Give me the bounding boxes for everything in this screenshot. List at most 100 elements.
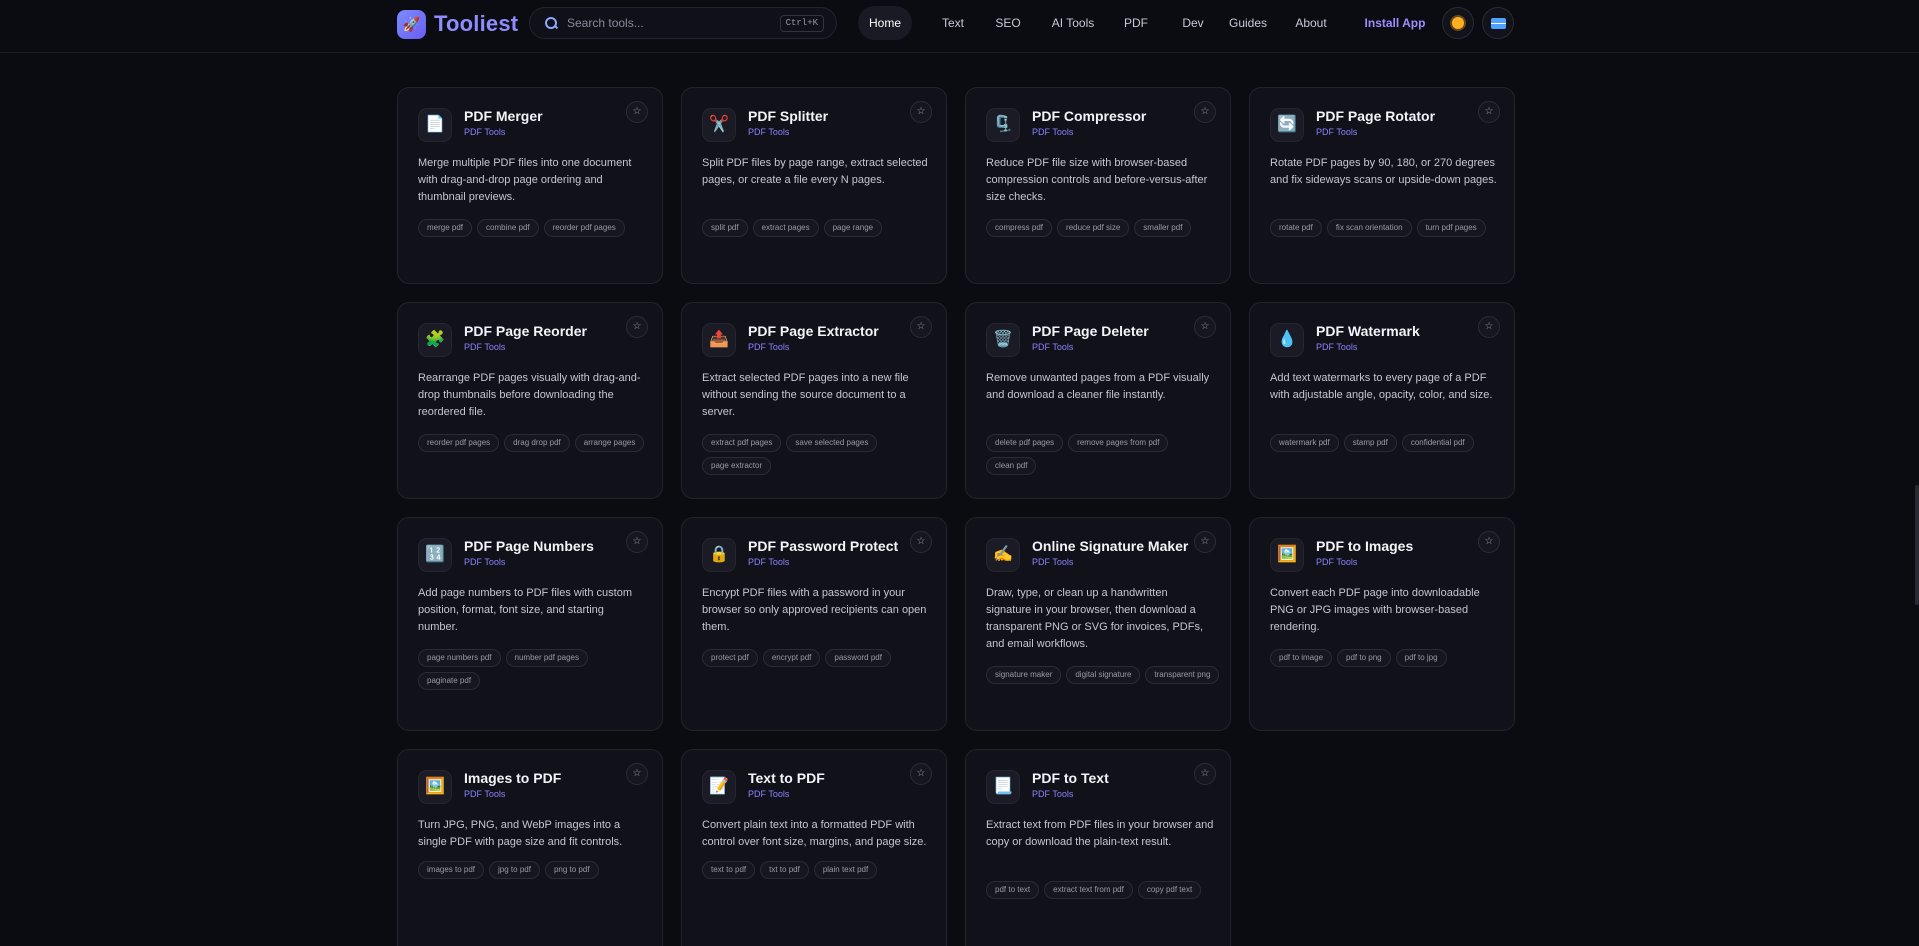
- card-title[interactable]: PDF to Images: [1316, 538, 1413, 554]
- card-title[interactable]: PDF Merger: [464, 108, 543, 124]
- tag-chip[interactable]: page numbers pdf: [418, 649, 501, 667]
- tag-chip[interactable]: fix scan orientation: [1326, 219, 1412, 237]
- nav-text[interactable]: Text: [928, 6, 978, 40]
- tag-chip[interactable]: reduce pdf size: [1057, 219, 1130, 237]
- tag-chip[interactable]: pdf to image: [1270, 649, 1333, 667]
- card-title[interactable]: Text to PDF: [748, 770, 825, 786]
- tag-chip[interactable]: plain text pdf: [813, 861, 878, 879]
- favorite-button[interactable]: ☆: [626, 531, 648, 553]
- nav-pdf[interactable]: PDF: [1111, 6, 1161, 40]
- page-scrollbar[interactable]: [1915, 485, 1919, 605]
- tool-card[interactable]: 💧 PDF Watermark PDF Tools ☆ Add text waterma…: [1249, 302, 1515, 499]
- tag-chip[interactable]: watermark pdf: [1270, 434, 1339, 452]
- tag-chip[interactable]: reorder pdf pages: [418, 434, 500, 452]
- tag-chip[interactable]: protect pdf: [702, 649, 758, 667]
- nav-home[interactable]: Home: [858, 6, 912, 40]
- card-title[interactable]: PDF Splitter: [748, 108, 828, 124]
- favorite-button[interactable]: ☆: [1478, 531, 1500, 553]
- card-title[interactable]: PDF Page Reorder: [464, 323, 587, 339]
- tag-chip[interactable]: rotate pdf: [1270, 219, 1322, 237]
- card-title[interactable]: PDF Compressor: [1032, 108, 1146, 124]
- tag-chip[interactable]: paginate pdf: [418, 672, 481, 690]
- card-title[interactable]: PDF Password Protect: [748, 538, 898, 554]
- tag-chip[interactable]: images to pdf: [418, 861, 485, 879]
- tag-chip[interactable]: password pdf: [825, 649, 891, 667]
- tag-chip[interactable]: clean pdf: [986, 457, 1037, 475]
- tag-chip[interactable]: combine pdf: [477, 219, 539, 237]
- tag-chip[interactable]: jpg to pdf: [489, 861, 540, 879]
- tag-chip[interactable]: copy pdf text: [1137, 881, 1202, 899]
- favorite-button[interactable]: ☆: [1478, 316, 1500, 338]
- search-bar[interactable]: Ctrl+K: [529, 7, 837, 39]
- tool-card[interactable]: 🗑️ PDF Page Deleter PDF Tools ☆ Remove unwan…: [965, 302, 1231, 499]
- tag-chip[interactable]: delete pdf pages: [986, 434, 1064, 452]
- tool-card[interactable]: 📤 PDF Page Extractor PDF Tools ☆ Extract sel…: [681, 302, 947, 499]
- tag-chip[interactable]: transparent png: [1145, 666, 1220, 684]
- tool-card[interactable]: 🖼️ PDF to Images PDF Tools ☆ Convert each PD…: [1249, 517, 1515, 731]
- tag-chip[interactable]: confidential pdf: [1401, 434, 1474, 452]
- tag-chip[interactable]: txt to pdf: [760, 861, 809, 879]
- card-title[interactable]: PDF Page Deleter: [1032, 323, 1149, 339]
- card-title[interactable]: Images to PDF: [464, 770, 561, 786]
- favorite-button[interactable]: ☆: [1478, 101, 1500, 123]
- tag-chip[interactable]: merge pdf: [418, 219, 473, 237]
- install-app-button[interactable]: Install App: [1355, 6, 1435, 40]
- tool-card[interactable]: 🔄 PDF Page Rotator PDF Tools ☆ Rotate PDF pa…: [1249, 87, 1515, 284]
- favorite-button[interactable]: ☆: [910, 531, 932, 553]
- tag-chip[interactable]: text to pdf: [702, 861, 756, 879]
- tool-card[interactable]: 🧩 PDF Page Reorder PDF Tools ☆ Rearrange PDF…: [397, 302, 663, 499]
- tag-chip[interactable]: pdf to text: [986, 881, 1040, 899]
- tool-card[interactable]: 📄 PDF Merger PDF Tools ☆ Merge multiple PDF …: [397, 87, 663, 284]
- favorite-button[interactable]: ☆: [910, 763, 932, 785]
- favorite-button[interactable]: ☆: [1194, 763, 1216, 785]
- tag-chip[interactable]: pdf to png: [1337, 649, 1391, 667]
- tag-chip[interactable]: compress pdf: [986, 219, 1053, 237]
- favorite-button[interactable]: ☆: [626, 101, 648, 123]
- brand-logo[interactable]: 🚀 Tooliest: [397, 9, 518, 39]
- favorite-button[interactable]: ☆: [626, 763, 648, 785]
- card-title[interactable]: PDF Page Extractor: [748, 323, 879, 339]
- tag-chip[interactable]: number pdf pages: [505, 649, 588, 667]
- favorite-button[interactable]: ☆: [910, 101, 932, 123]
- favorite-button[interactable]: ☆: [626, 316, 648, 338]
- favorite-button[interactable]: ☆: [1194, 316, 1216, 338]
- tool-card[interactable]: 🖼️ Images to PDF PDF Tools ☆ Turn JPG, PNG, …: [397, 749, 663, 946]
- tag-chip[interactable]: extract text from pdf: [1044, 881, 1133, 899]
- language-button[interactable]: [1482, 7, 1514, 39]
- card-title[interactable]: PDF to Text: [1032, 770, 1109, 786]
- nav-about[interactable]: About: [1281, 6, 1341, 40]
- tag-chip[interactable]: page extractor: [702, 457, 772, 475]
- tag-chip[interactable]: encrypt pdf: [762, 649, 821, 667]
- tool-card[interactable]: 📝 Text to PDF PDF Tools ☆ Convert plain text…: [681, 749, 947, 946]
- tool-card[interactable]: 🔒 PDF Password Protect PDF Tools ☆ Encrypt P…: [681, 517, 947, 731]
- nav-dev[interactable]: Dev: [1168, 6, 1218, 40]
- nav-guides[interactable]: Guides: [1218, 6, 1278, 40]
- tag-chip[interactable]: png to pdf: [544, 861, 599, 879]
- theme-toggle-button[interactable]: [1442, 7, 1474, 39]
- card-title[interactable]: PDF Watermark: [1316, 323, 1420, 339]
- tool-card[interactable]: 🔢 PDF Page Numbers PDF Tools ☆ Add page numb…: [397, 517, 663, 731]
- search-input[interactable]: [567, 16, 780, 30]
- tag-chip[interactable]: save selected pages: [786, 434, 878, 452]
- favorite-button[interactable]: ☆: [910, 316, 932, 338]
- tool-card[interactable]: ✂️ PDF Splitter PDF Tools ☆ Split PDF files …: [681, 87, 947, 284]
- tag-chip[interactable]: extract pages: [752, 219, 819, 237]
- card-title[interactable]: PDF Page Numbers: [464, 538, 594, 554]
- tag-chip[interactable]: turn pdf pages: [1416, 219, 1486, 237]
- nav-ai-tools[interactable]: AI Tools: [1038, 6, 1108, 40]
- tag-chip[interactable]: reorder pdf pages: [543, 219, 625, 237]
- tag-chip[interactable]: signature maker: [986, 666, 1062, 684]
- tag-chip[interactable]: smaller pdf: [1134, 219, 1192, 237]
- tag-chip[interactable]: arrange pages: [574, 434, 645, 452]
- nav-seo[interactable]: SEO: [983, 6, 1033, 40]
- card-title[interactable]: Online Signature Maker: [1032, 538, 1188, 554]
- tag-chip[interactable]: extract pdf pages: [702, 434, 782, 452]
- favorite-button[interactable]: ☆: [1194, 101, 1216, 123]
- favorite-button[interactable]: ☆: [1194, 531, 1216, 553]
- card-title[interactable]: PDF Page Rotator: [1316, 108, 1435, 124]
- tag-chip[interactable]: remove pages from pdf: [1068, 434, 1169, 452]
- tool-card[interactable]: 🗜️ PDF Compressor PDF Tools ☆ Reduce PDF fil…: [965, 87, 1231, 284]
- tag-chip[interactable]: pdf to jpg: [1395, 649, 1447, 667]
- tag-chip[interactable]: drag drop pdf: [504, 434, 570, 452]
- tool-card[interactable]: 📃 PDF to Text PDF Tools ☆ Extract text from …: [965, 749, 1231, 946]
